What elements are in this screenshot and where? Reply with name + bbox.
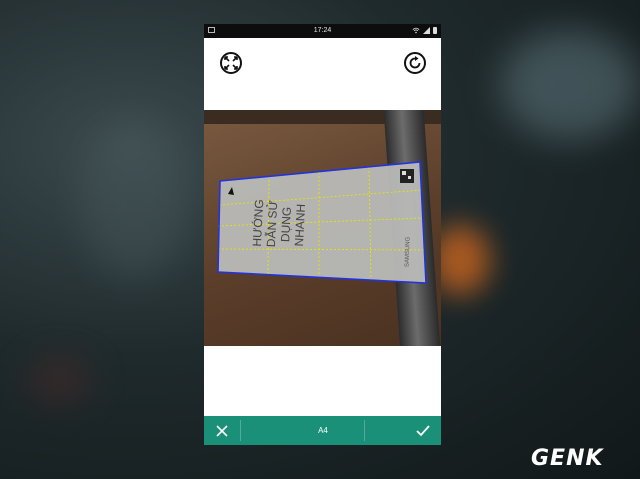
confirm-button[interactable] <box>405 416 441 445</box>
bottom-panel <box>204 346 441 416</box>
paper-size-selector[interactable]: A4 <box>304 416 342 445</box>
divider <box>240 420 241 441</box>
divider <box>364 420 365 441</box>
rotate-icon <box>409 56 421 69</box>
action-bar: A4 <box>204 416 441 445</box>
top-toolbar <box>204 38 441 110</box>
rotate-button[interactable] <box>404 52 426 74</box>
check-icon <box>416 424 430 436</box>
close-icon <box>216 424 228 437</box>
expand-arrows-icon <box>224 56 238 70</box>
background-blur-red <box>30 360 90 400</box>
wifi-icon <box>412 27 420 34</box>
phone-screen: 17:24 HƯỚNG DẪN SỬ DỤNG NHANH SAMSUNG A4 <box>204 24 441 445</box>
battery-icon <box>433 27 437 34</box>
document-paper <box>218 162 426 283</box>
camera-preview: HƯỚNG DẪN SỬ DỤNG NHANH SAMSUNG <box>204 110 441 346</box>
genk-watermark: GENK <box>531 446 604 471</box>
doc-title-line-4: NHANH <box>292 203 308 246</box>
doc-brand: SAMSUNG <box>404 236 411 267</box>
background-blur-light <box>500 30 640 140</box>
cancel-button[interactable] <box>204 416 240 445</box>
expand-button[interactable] <box>220 52 242 74</box>
document-overlay: HƯỚNG DẪN SỬ DỤNG NHANH SAMSUNG <box>217 161 427 284</box>
system-icons <box>412 27 437 34</box>
signal-icon <box>423 27 430 34</box>
status-bar: 17:24 <box>204 24 441 38</box>
background-blur-grey <box>80 120 190 280</box>
status-time: 17:24 <box>313 27 332 34</box>
